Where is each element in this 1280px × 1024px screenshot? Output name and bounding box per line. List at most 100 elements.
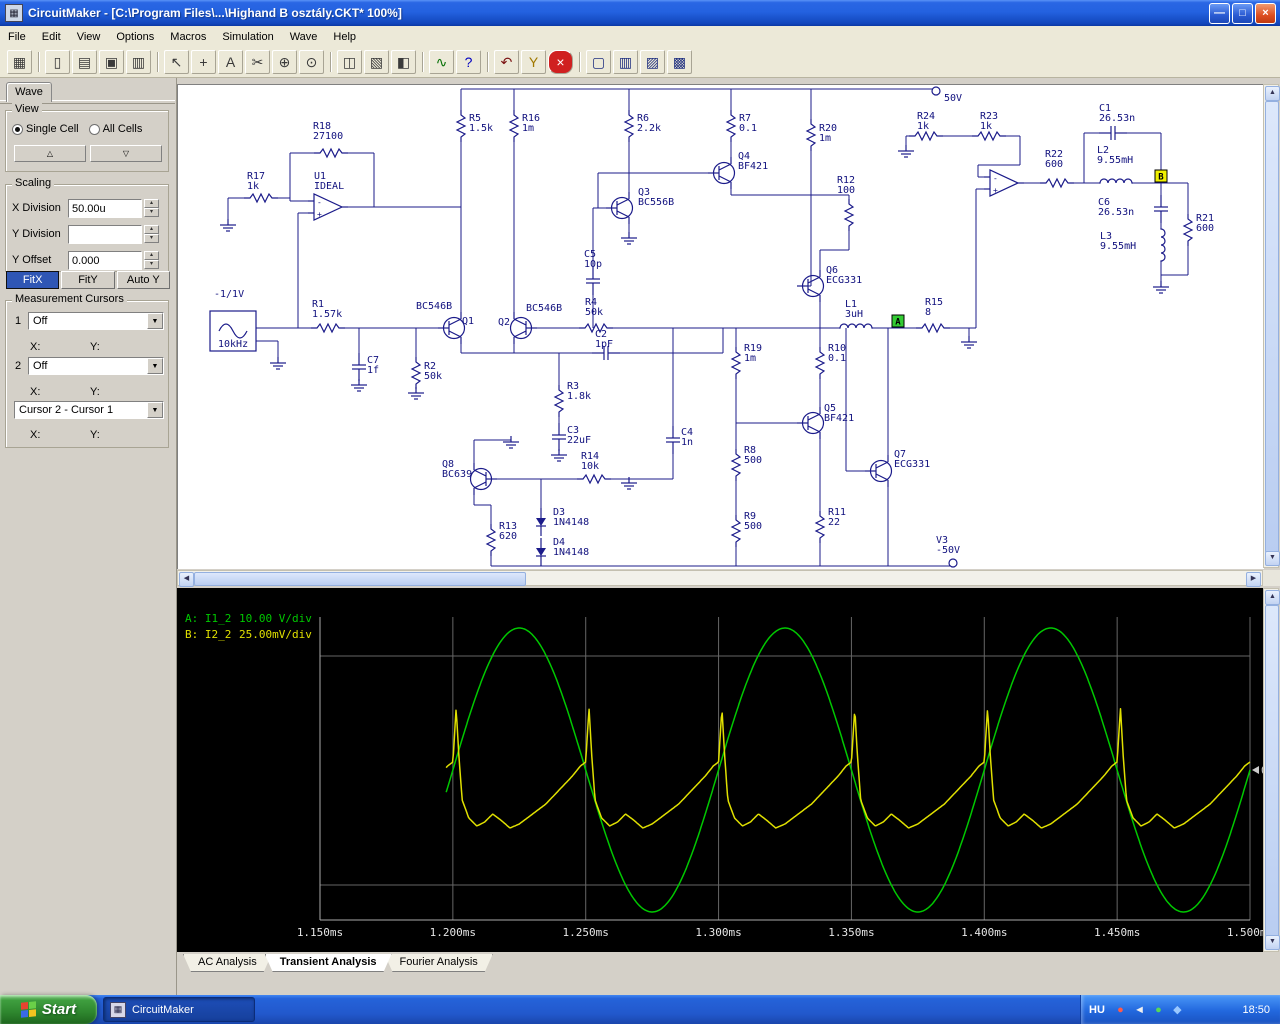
save-icon[interactable]: ▣ (99, 50, 124, 74)
component-r3[interactable]: R31.8k (555, 381, 591, 417)
pcb-view-icon[interactable]: ▧ (364, 50, 389, 74)
component-d3[interactable]: D31N4148 (536, 507, 589, 536)
cell-down-button[interactable]: ▽ (90, 145, 162, 162)
component-q3[interactable]: Q3BC556B (606, 187, 674, 224)
component-l3[interactable]: L39.55mH (1100, 228, 1165, 262)
schematic-hscrollbar[interactable]: ◀ ▶ (177, 570, 1263, 586)
component-q7[interactable]: Q7ECG331 (865, 449, 930, 487)
tray-volume-icon[interactable]: ◄ (1132, 1002, 1147, 1017)
component-gnd[interactable] (503, 436, 519, 448)
hscroll-thumb[interactable] (194, 572, 526, 586)
y-division-spinner[interactable]: ▴▾ (144, 225, 159, 244)
spin-up-icon[interactable]: ▴ (144, 199, 159, 208)
component-r24[interactable]: R241k (909, 111, 943, 140)
y-offset-input[interactable] (68, 251, 142, 270)
text-tool-icon[interactable]: A (218, 50, 243, 74)
component-r4[interactable]: R450k (579, 297, 613, 332)
radio-all-cells[interactable]: All Cells (89, 123, 143, 135)
tray-network-icon[interactable]: ● (1151, 1002, 1166, 1017)
digital-panel-icon[interactable]: ▢ (586, 50, 611, 74)
search-part-icon[interactable]: ◫ (337, 50, 362, 74)
schematic-svg[interactable]: 50V R51.5k R161m R62.2k R70.1 R201m Q4BF421 Q3B… (178, 85, 1264, 569)
radio-single-cell[interactable]: Single Cell (12, 123, 79, 135)
waveform-window-icon[interactable]: ▥ (613, 50, 638, 74)
close-button[interactable]: × (1255, 3, 1276, 24)
y-division-input[interactable] (68, 225, 142, 244)
component-q4[interactable]: Q4BF421 (708, 151, 768, 189)
menu-edit[interactable]: Edit (34, 28, 69, 46)
task-circuitmaker[interactable]: ▦CircuitMaker (103, 997, 255, 1022)
component-r20[interactable]: R201m (807, 119, 837, 151)
logic-display-icon[interactable]: ▨ (640, 50, 665, 74)
component-opamp[interactable]: -+ (308, 194, 348, 220)
menu-options[interactable]: Options (108, 28, 162, 46)
component-gnd[interactable] (961, 336, 977, 348)
component-c5[interactable]: C510p (584, 249, 602, 295)
minimize-button[interactable]: — (1209, 3, 1230, 24)
x-division-spinner[interactable]: ▴▾ (144, 199, 159, 218)
component-c6[interactable]: C626.53n (1098, 195, 1168, 223)
component-r21[interactable]: R21600 (1184, 213, 1214, 246)
component-opamp[interactable]: -+ (984, 170, 1024, 196)
component-r17[interactable]: R171k (244, 171, 278, 202)
tab-fourier-analysis[interactable]: Fourier Analysis (385, 954, 493, 972)
parts-browser-icon[interactable]: ▦ (7, 50, 32, 74)
component-r10[interactable]: R100.1 (816, 343, 846, 379)
button-fity[interactable]: FitY (61, 271, 114, 289)
spin-down-icon[interactable]: ▾ (144, 234, 159, 243)
component-r19[interactable]: R191m (732, 343, 762, 379)
scroll-up-icon[interactable]: ▲ (1265, 86, 1280, 101)
stop-icon[interactable]: × (548, 50, 573, 74)
component-r16[interactable]: R161m (510, 110, 540, 142)
scroll-left-icon[interactable]: ◀ (179, 572, 194, 587)
probe-tool-icon[interactable]: Y (521, 50, 546, 74)
component-r15[interactable]: R158 (916, 297, 950, 332)
component-q1[interactable]: Q1 (438, 312, 474, 344)
component-gnd[interactable] (621, 232, 637, 244)
scroll-right-icon[interactable]: ▶ (1246, 572, 1261, 587)
start-button[interactable]: Start (0, 995, 97, 1024)
component-r8[interactable]: R8500 (732, 445, 762, 481)
magnifier-icon[interactable]: ⊙ (299, 50, 324, 74)
component-gnd[interactable] (220, 219, 236, 231)
component-r11[interactable]: R1122 (816, 507, 846, 543)
component-c1[interactable]: C126.53n (1099, 103, 1135, 140)
component-r14[interactable]: R1410k (577, 451, 611, 483)
trace-window-icon[interactable]: ▩ (667, 50, 692, 74)
arrow-tool-icon[interactable]: ↖ (164, 50, 189, 74)
component-c3[interactable]: C322uF (552, 423, 591, 451)
component-q2[interactable]: Q2 (498, 312, 537, 344)
menu-help[interactable]: Help (325, 28, 364, 46)
spin-down-icon[interactable]: ▾ (144, 208, 159, 217)
menu-file[interactable]: File (0, 28, 34, 46)
tray-display-icon[interactable]: ◆ (1170, 1002, 1185, 1017)
component-c7[interactable]: C71f (352, 353, 379, 381)
component-bc546b[interactable]: BC546B (416, 301, 452, 312)
component-r5[interactable]: R51.5k (457, 110, 493, 142)
component-r13[interactable]: R13620 (487, 521, 517, 556)
scroll-down-icon[interactable]: ▼ (1265, 935, 1280, 950)
cursor1-select[interactable]: Off ▼ (28, 312, 164, 330)
add-part-icon[interactable]: + (191, 50, 216, 74)
help-icon[interactable]: ? (456, 50, 481, 74)
spin-down-icon[interactable]: ▾ (144, 260, 159, 269)
spin-up-icon[interactable]: ▴ (144, 225, 159, 234)
waveform-svg[interactable]: 1.150ms1.200ms1.250ms1.300ms1.350ms1.400… (177, 588, 1263, 952)
simulation-run-icon[interactable]: ∿ (429, 50, 454, 74)
wf-vscroll-thumb[interactable] (1265, 605, 1279, 937)
menu-view[interactable]: View (69, 28, 109, 46)
reset-icon[interactable]: ↶ (494, 50, 519, 74)
component-r22[interactable]: R22600 (1040, 149, 1074, 187)
component-r2[interactable]: R250k (412, 357, 442, 389)
component-c2[interactable]: C21pF (592, 329, 620, 360)
component-bc546b[interactable]: BC546B (526, 303, 562, 314)
component-50v[interactable]: 50V (932, 87, 962, 104)
component-l2[interactable]: L29.55mH (1097, 145, 1133, 183)
component-r6[interactable]: R62.2k (625, 110, 661, 142)
tab-transient-analysis[interactable]: Transient Analysis (265, 954, 392, 972)
component-r23[interactable]: R231k (972, 111, 1006, 140)
component-v3[interactable]: V3-50V (936, 535, 960, 556)
component-u1[interactable]: U1IDEAL (314, 171, 344, 192)
component-gnd[interactable] (351, 379, 367, 391)
component-r7[interactable]: R70.1 (727, 110, 757, 142)
